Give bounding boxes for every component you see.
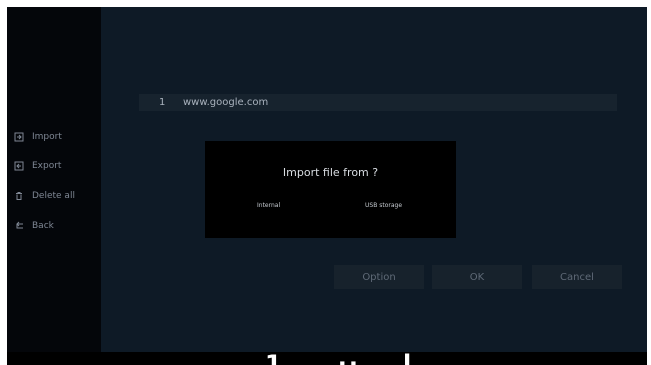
bottom-bar: 1 ... ·· . .l [7, 352, 647, 365]
option-usb-storage[interactable]: USB storage [362, 201, 405, 210]
cancel-button[interactable]: Cancel [532, 265, 622, 289]
ok-button[interactable]: OK [432, 265, 522, 289]
main-panel: 1 www.google.com Import file from ? Inte… [101, 7, 647, 352]
import-icon [14, 132, 24, 142]
dialog-title: Import file from ? [282, 166, 379, 179]
sidebar-item-label: Export [32, 161, 62, 171]
sidebar-item-delete-all[interactable]: Delete all [14, 188, 75, 204]
sidebar: Import Export Delete all Back [7, 7, 101, 352]
list-item[interactable]: 1 www.google.com [139, 94, 617, 111]
sidebar-item-back[interactable]: Back [14, 218, 54, 234]
option-internal[interactable]: Internal [254, 201, 283, 210]
export-icon [14, 161, 24, 171]
list-item-index: 1 [159, 97, 166, 108]
option-button[interactable]: Option [334, 265, 424, 289]
sidebar-item-export[interactable]: Export [14, 158, 61, 174]
trash-icon [14, 191, 24, 201]
sidebar-item-label: Delete all [32, 191, 75, 201]
list-item-url: www.google.com [183, 97, 269, 108]
tv-screen: Import Export Delete all Back 1 www.goog… [7, 7, 647, 365]
footer-text: 1 ... ·· . .l [265, 352, 413, 365]
back-arrow-icon [14, 221, 24, 231]
import-dialog: Import file from ? Internal USB storage [205, 141, 456, 238]
sidebar-item-import[interactable]: Import [14, 129, 62, 145]
sidebar-item-label: Back [32, 221, 54, 231]
sidebar-item-label: Import [32, 132, 62, 142]
